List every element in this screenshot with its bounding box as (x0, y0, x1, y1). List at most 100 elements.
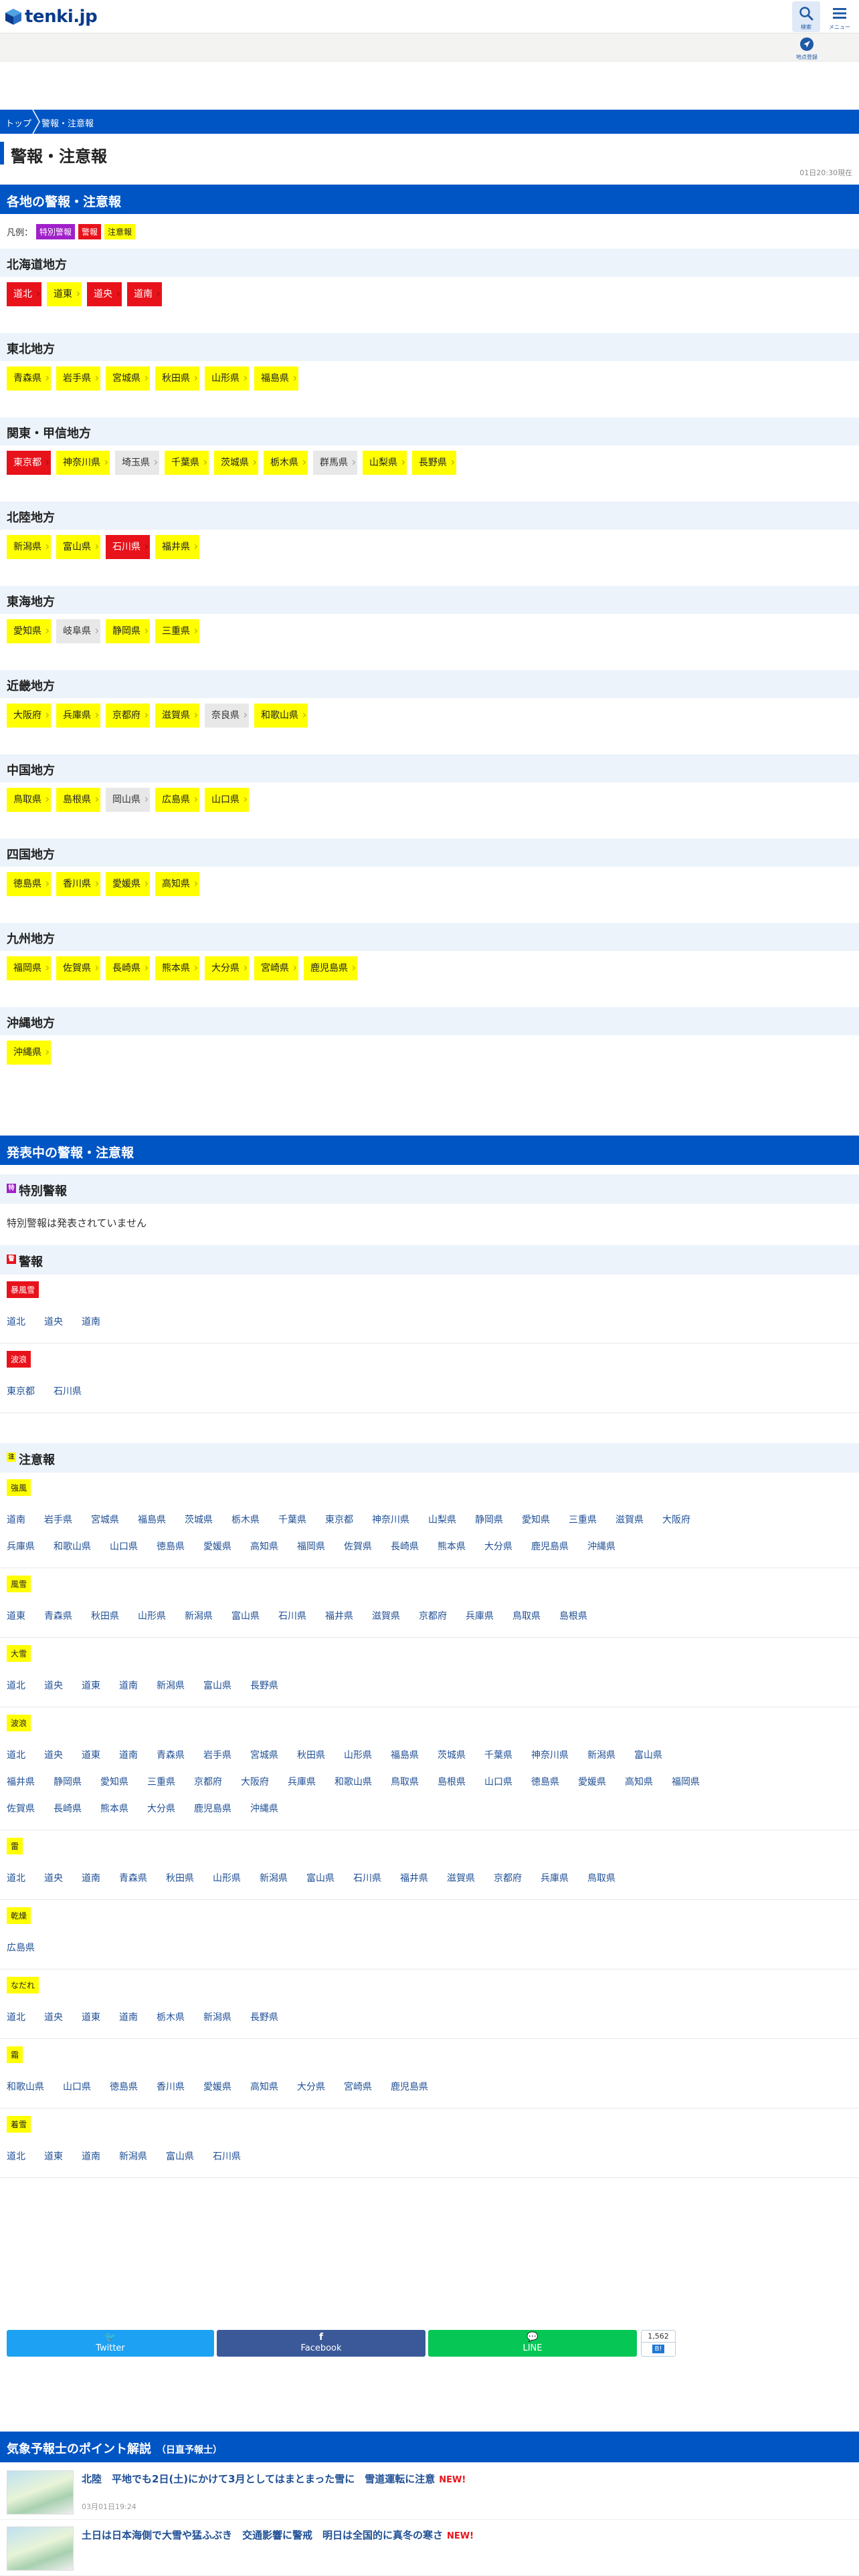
prefecture-link[interactable]: 京都府 (419, 1609, 447, 1622)
prefecture-link[interactable]: 茨城県 (438, 1748, 466, 1761)
prefecture-pill[interactable]: 三重県 (155, 619, 199, 643)
prefecture-link[interactable]: 富山県 (306, 1871, 335, 1885)
prefecture-link[interactable]: 大阪府 (662, 1513, 690, 1526)
prefecture-link[interactable]: 神奈川県 (531, 1748, 569, 1761)
prefecture-pill[interactable]: 静岡県 (106, 619, 150, 643)
prefecture-link[interactable]: 島根県 (438, 1775, 466, 1788)
prefecture-link[interactable]: 滋賀県 (615, 1513, 644, 1526)
prefecture-link[interactable]: 香川県 (157, 2080, 185, 2093)
prefecture-link[interactable]: 愛媛県 (578, 1775, 606, 1788)
prefecture-pill[interactable]: 愛媛県 (106, 872, 150, 896)
prefecture-link[interactable]: 静岡県 (475, 1513, 503, 1526)
hatena-bookmark-button[interactable]: 1,562 B! (641, 2330, 676, 2357)
search-button[interactable]: 検索 (792, 1, 820, 32)
prefecture-pill[interactable]: 佐賀県 (56, 956, 100, 980)
prefecture-link[interactable]: 長野県 (250, 2010, 278, 2024)
prefecture-link[interactable]: 新潟県 (260, 1871, 288, 1885)
facebook-share-button[interactable]: f Facebook (217, 2330, 425, 2357)
prefecture-link[interactable]: 熊本県 (100, 1802, 128, 1815)
prefecture-pill[interactable]: 宮城県 (106, 366, 150, 391)
prefecture-link[interactable]: 新潟県 (203, 2010, 231, 2024)
prefecture-pill[interactable]: 岐阜県 (56, 619, 100, 643)
prefecture-link[interactable]: 道央 (44, 2010, 63, 2024)
prefecture-pill[interactable]: 長崎県 (106, 956, 150, 980)
prefecture-link[interactable]: 長崎県 (54, 1802, 82, 1815)
prefecture-pill[interactable]: 山梨県 (363, 451, 407, 475)
prefecture-link[interactable]: 道北 (7, 2010, 25, 2024)
prefecture-pill[interactable]: 沖縄県 (7, 1041, 51, 1065)
prefecture-link[interactable]: 山形県 (138, 1609, 166, 1622)
prefecture-pill[interactable]: 新潟県 (7, 535, 51, 559)
breadcrumb-top[interactable]: トップ (5, 116, 31, 129)
prefecture-pill[interactable]: 愛知県 (7, 619, 51, 643)
prefecture-link[interactable]: 道東 (82, 1679, 100, 1692)
prefecture-link[interactable]: 道東 (82, 2010, 100, 2024)
prefecture-link[interactable]: 愛知県 (522, 1513, 550, 1526)
prefecture-link[interactable]: 長野県 (250, 1679, 278, 1692)
prefecture-link[interactable]: 熊本県 (438, 1539, 466, 1553)
prefecture-pill[interactable]: 島根県 (56, 788, 100, 812)
prefecture-link[interactable]: 広島県 (7, 1941, 35, 1954)
prefecture-pill[interactable]: 岡山県 (106, 788, 150, 812)
prefecture-link[interactable]: 岩手県 (203, 1748, 231, 1761)
prefecture-link[interactable]: 山口県 (484, 1775, 512, 1788)
prefecture-link[interactable]: 滋賀県 (447, 1871, 475, 1885)
prefecture-link[interactable]: 京都府 (494, 1871, 522, 1885)
prefecture-link[interactable]: 山梨県 (428, 1513, 456, 1526)
prefecture-link[interactable]: 山形県 (213, 1871, 241, 1885)
prefecture-link[interactable]: 高知県 (250, 1539, 278, 1553)
prefecture-link[interactable]: 鳥取県 (512, 1609, 541, 1622)
prefecture-link[interactable]: 山口県 (110, 1539, 138, 1553)
prefecture-link[interactable]: 道北 (7, 1748, 25, 1761)
article-item[interactable]: 北陸 平地でも2日(土)にかけて3月としてはまとまった雪に 雪道運転に注意 NEW… (0, 2465, 859, 2520)
prefecture-link[interactable]: 福井県 (7, 1775, 35, 1788)
prefecture-link[interactable]: 福島県 (138, 1513, 166, 1526)
prefecture-pill[interactable]: 大阪府 (7, 704, 51, 728)
prefecture-pill[interactable]: 神奈川県 (56, 451, 110, 475)
prefecture-link[interactable]: 徳島県 (531, 1775, 559, 1788)
prefecture-pill[interactable]: 青森県 (7, 366, 51, 391)
prefecture-link[interactable]: 福島県 (391, 1748, 419, 1761)
prefecture-pill[interactable]: 香川県 (56, 872, 100, 896)
prefecture-pill[interactable]: 徳島県 (7, 872, 51, 896)
menu-button[interactable]: メニュー (826, 1, 854, 32)
prefecture-link[interactable]: 道北 (7, 1871, 25, 1885)
prefecture-link[interactable]: 鳥取県 (391, 1775, 419, 1788)
prefecture-pill[interactable]: 滋賀県 (155, 704, 199, 728)
prefecture-link[interactable]: 新潟県 (119, 2149, 147, 2163)
prefecture-link[interactable]: 道南 (7, 1513, 25, 1526)
prefecture-link[interactable]: 宮城県 (91, 1513, 119, 1526)
prefecture-link[interactable]: 徳島県 (110, 2080, 138, 2093)
prefecture-link[interactable]: 新潟県 (157, 1679, 185, 1692)
prefecture-link[interactable]: 和歌山県 (54, 1539, 91, 1553)
prefecture-link[interactable]: 新潟県 (185, 1609, 213, 1622)
prefecture-link[interactable]: 沖縄県 (587, 1539, 615, 1553)
prefecture-link[interactable]: 石川県 (353, 1871, 381, 1885)
prefecture-link[interactable]: 愛知県 (100, 1775, 128, 1788)
prefecture-link[interactable]: 石川県 (54, 1384, 82, 1398)
prefecture-link[interactable]: 山口県 (63, 2080, 91, 2093)
prefecture-link[interactable]: 長崎県 (391, 1539, 419, 1553)
prefecture-pill[interactable]: 熊本県 (155, 956, 199, 980)
prefecture-link[interactable]: 兵庫県 (7, 1539, 35, 1553)
prefecture-pill[interactable]: 東京都 (7, 451, 51, 475)
prefecture-link[interactable]: 鹿児島県 (531, 1539, 569, 1553)
prefecture-link[interactable]: 岩手県 (44, 1513, 72, 1526)
prefecture-pill[interactable]: 山形県 (205, 366, 249, 391)
prefecture-link[interactable]: 神奈川県 (372, 1513, 409, 1526)
prefecture-link[interactable]: 福井県 (325, 1609, 353, 1622)
prefecture-link[interactable]: 秋田県 (91, 1609, 119, 1622)
prefecture-link[interactable]: 滋賀県 (372, 1609, 400, 1622)
prefecture-link[interactable]: 和歌山県 (7, 2080, 44, 2093)
prefecture-pill[interactable]: 岩手県 (56, 366, 100, 391)
prefecture-link[interactable]: 青森県 (157, 1748, 185, 1761)
prefecture-link[interactable]: 鹿児島県 (194, 1802, 231, 1815)
prefecture-link[interactable]: 千葉県 (484, 1748, 512, 1761)
prefecture-link[interactable]: 道南 (82, 2149, 100, 2163)
prefecture-link[interactable]: 沖縄県 (250, 1802, 278, 1815)
prefecture-pill[interactable]: 道北 (7, 282, 41, 306)
prefecture-pill[interactable]: 埼玉県 (115, 451, 159, 475)
prefecture-pill[interactable]: 山口県 (205, 788, 249, 812)
prefecture-link[interactable]: 京都府 (194, 1775, 222, 1788)
prefecture-link[interactable]: 道央 (44, 1871, 63, 1885)
